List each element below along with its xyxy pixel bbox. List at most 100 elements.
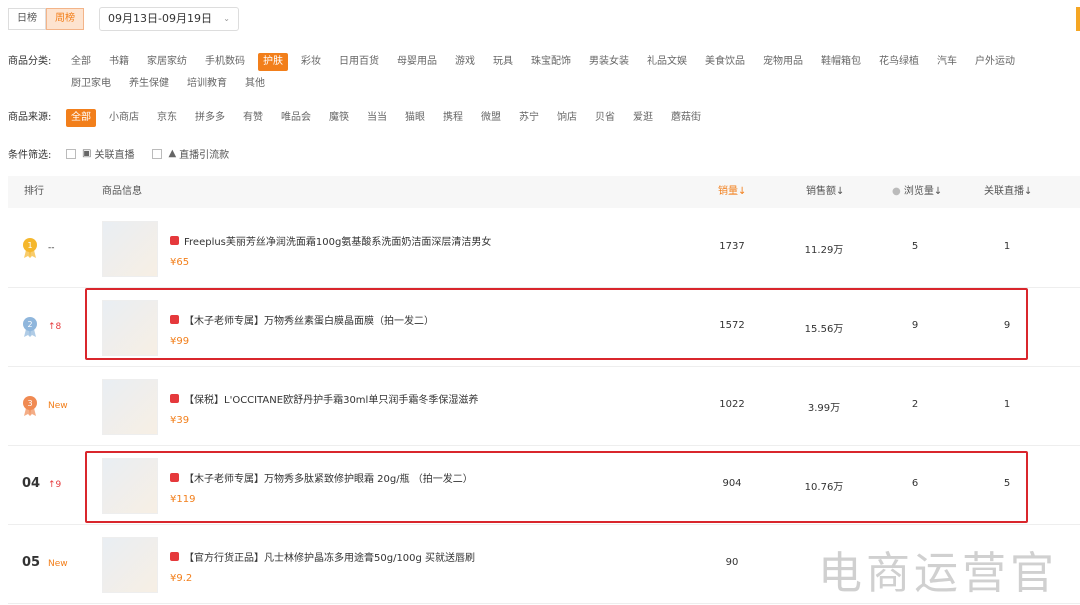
source-item[interactable]: 微盟 xyxy=(476,109,506,127)
table-header: 排行 商品信息 销量↓ 销售额↓ ● 浏览量↓ 关联直播↓ xyxy=(8,176,1080,208)
source-item[interactable]: 全部 xyxy=(66,109,96,127)
product-price: ¥9.2 xyxy=(170,573,193,584)
camera-icon: ▣ xyxy=(82,148,92,159)
source-label: 商品来源: xyxy=(8,112,52,123)
rank-change: New xyxy=(48,401,68,411)
product-thumbnail[interactable] xyxy=(102,300,158,356)
sales-value: 904 xyxy=(722,478,742,489)
sales-value: 1572 xyxy=(719,320,745,331)
category-item[interactable]: 鞋帽箱包 xyxy=(816,53,866,71)
checkbox[interactable] xyxy=(66,148,76,159)
rank-number: 05 xyxy=(22,555,41,570)
source-item[interactable]: 携程 xyxy=(438,109,468,127)
category-items: 全部 书籍 家居家纺 手机数码 护肤 彩妆 日用百货 母婴用品 游戏 玩具 珠宝配饰 男装女装 礼品文娱… xyxy=(66,53,1066,97)
views-value: 6 xyxy=(911,478,919,489)
category-item[interactable]: 母婴用品 xyxy=(392,53,442,71)
tab-weekly[interactable]: 周榜 xyxy=(46,8,84,30)
live-value: 9 xyxy=(1003,320,1011,331)
medal-rank: 2 xyxy=(27,320,32,329)
header-live[interactable]: 关联直播↓ xyxy=(984,176,1032,208)
category-item[interactable]: 厨卫家电 xyxy=(66,75,116,93)
header-views-label: 浏览量↓ xyxy=(903,186,943,197)
table-row[interactable]: 1 -- Freeplus芙丽芳丝净润洗面霜100g氨基酸系洗面奶洁面深层清洁男女 ¥… xyxy=(8,209,1080,288)
category-item[interactable]: 汽车 xyxy=(932,53,962,71)
date-range-select[interactable]: 09月13日-09月19日 ⌄ xyxy=(99,7,239,31)
source-item[interactable]: 爱逛 xyxy=(628,109,658,127)
product-title[interactable]: 【保税】L'OCCITANE欧舒丹护手霜30ml单只润手霜冬季保湿滋养 xyxy=(170,391,478,406)
sales-value: 90 xyxy=(725,557,739,568)
category-item[interactable]: 礼品文娱 xyxy=(642,53,692,71)
ranking-tabs: 日榜 周榜 xyxy=(8,8,84,30)
product-title[interactable]: Freeplus芙丽芳丝净润洗面霜100g氨基酸系洗面奶洁面深层清洁男女 xyxy=(170,233,491,248)
source-item[interactable]: 贝省 xyxy=(590,109,620,127)
category-item[interactable]: 全部 xyxy=(66,53,96,71)
category-item[interactable]: 手机数码 xyxy=(200,53,250,71)
category-item[interactable]: 护肤 xyxy=(258,53,288,71)
live-value: 1 xyxy=(1003,399,1011,410)
category-item[interactable]: 宠物用品 xyxy=(758,53,808,71)
product-thumbnail[interactable] xyxy=(102,379,158,435)
source-item[interactable]: 苏宁 xyxy=(514,109,544,127)
condition-label: 条件筛选: xyxy=(8,150,52,161)
header-sales[interactable]: 销量↓ xyxy=(718,176,746,208)
source-item[interactable]: 饷店 xyxy=(552,109,582,127)
header-info: 商品信息 xyxy=(102,186,142,197)
rank-change: -- xyxy=(48,243,55,253)
table-row[interactable]: 2 ↑8 【木子老师专属】万物秀丝素蛋白膜晶面膜（拍一发二） ¥99 1572 15.56… xyxy=(8,288,1080,367)
checkbox[interactable] xyxy=(152,148,163,159)
rank-change: New xyxy=(48,559,68,569)
category-item[interactable]: 日用百货 xyxy=(334,53,384,71)
header-revenue[interactable]: 销售额↓ xyxy=(806,176,844,208)
table-row[interactable]: 04 ↑9 【木子老师专属】万物秀多肽紧致修护眼霜 20g/瓶 （拍一发二） ¥119… xyxy=(8,446,1080,525)
source-item[interactable]: 小商店 xyxy=(104,109,144,127)
product-title-text: Freeplus芙丽芳丝净润洗面霜100g氨基酸系洗面奶洁面深层清洁男女 xyxy=(184,237,492,248)
category-item[interactable]: 其他 xyxy=(240,75,270,93)
category-item[interactable]: 户外运动 xyxy=(970,53,1020,71)
info-icon: ● xyxy=(892,186,901,197)
category-item[interactable]: 彩妆 xyxy=(296,53,326,71)
condition-filter: 条件筛选: ▣ 关联直播 ▲ 直播引流款 xyxy=(8,146,247,161)
hierarchy-icon: ▲ xyxy=(168,148,177,159)
watermark: 电商运营官 xyxy=(818,548,1058,599)
header-views[interactable]: ● 浏览量↓ xyxy=(892,176,942,208)
tab-daily[interactable]: 日榜 xyxy=(8,8,46,30)
related-live-option[interactable]: ▣ 关联直播 xyxy=(66,146,134,161)
medal-rank: 3 xyxy=(27,399,32,408)
source-item[interactable]: 拼多多 xyxy=(190,109,230,127)
chevron-down-icon: ⌄ xyxy=(223,14,230,23)
category-item[interactable]: 养生保健 xyxy=(124,75,174,93)
source-item[interactable]: 猫眼 xyxy=(400,109,430,127)
product-thumbnail[interactable] xyxy=(102,458,158,514)
revenue-value: 3.99万 xyxy=(807,403,841,414)
table-row[interactable]: 3 New 【保税】L'OCCITANE欧舒丹护手霜30ml单只润手霜冬季保湿滋养 ¥… xyxy=(8,367,1080,446)
product-title[interactable]: 【木子老师专属】万物秀多肽紧致修护眼霜 20g/瓶 （拍一发二） xyxy=(170,470,473,485)
rank-change: ↑8 xyxy=(48,322,62,332)
category-item[interactable]: 男装女装 xyxy=(584,53,634,71)
header-rank: 排行 xyxy=(24,186,44,197)
category-item[interactable]: 书籍 xyxy=(104,53,134,71)
category-item[interactable]: 游戏 xyxy=(450,53,480,71)
live-value: 5 xyxy=(1003,478,1011,489)
product-title[interactable]: 【木子老师专属】万物秀丝素蛋白膜晶面膜（拍一发二） xyxy=(170,312,434,327)
medal-rank: 1 xyxy=(27,241,32,250)
category-item[interactable]: 家居家纺 xyxy=(142,53,192,71)
product-title[interactable]: 【官方行货正品】凡士林修护晶冻多用途膏50g/100g 买就送唇刷 xyxy=(170,549,475,564)
sales-value: 1737 xyxy=(719,241,745,252)
source-items: 全部 小商店 京东 拼多多 有赞 唯品会 魔筷 当当 猫眼 携程 微盟 苏宁 饷店 贝省 爱逛 蘑菇街 xyxy=(66,109,1066,131)
source-item[interactable]: 魔筷 xyxy=(324,109,354,127)
source-item[interactable]: 有赞 xyxy=(238,109,268,127)
source-item[interactable]: 唯品会 xyxy=(276,109,316,127)
source-item[interactable]: 当当 xyxy=(362,109,392,127)
source-item[interactable]: 蘑菇街 xyxy=(666,109,706,127)
product-thumbnail[interactable] xyxy=(102,537,158,593)
category-item[interactable]: 培训教育 xyxy=(182,75,232,93)
live-traffic-option[interactable]: ▲ 直播引流款 xyxy=(152,146,229,161)
category-item[interactable]: 花鸟绿植 xyxy=(874,53,924,71)
category-item[interactable]: 珠宝配饰 xyxy=(526,53,576,71)
category-item[interactable]: 美食饮品 xyxy=(700,53,750,71)
product-thumbnail[interactable] xyxy=(102,221,158,277)
source-item[interactable]: 京东 xyxy=(152,109,182,127)
date-range-value: 09月13日-09月19日 xyxy=(108,12,212,25)
category-item[interactable]: 玩具 xyxy=(488,53,518,71)
revenue-value: 11.29万 xyxy=(804,245,844,256)
